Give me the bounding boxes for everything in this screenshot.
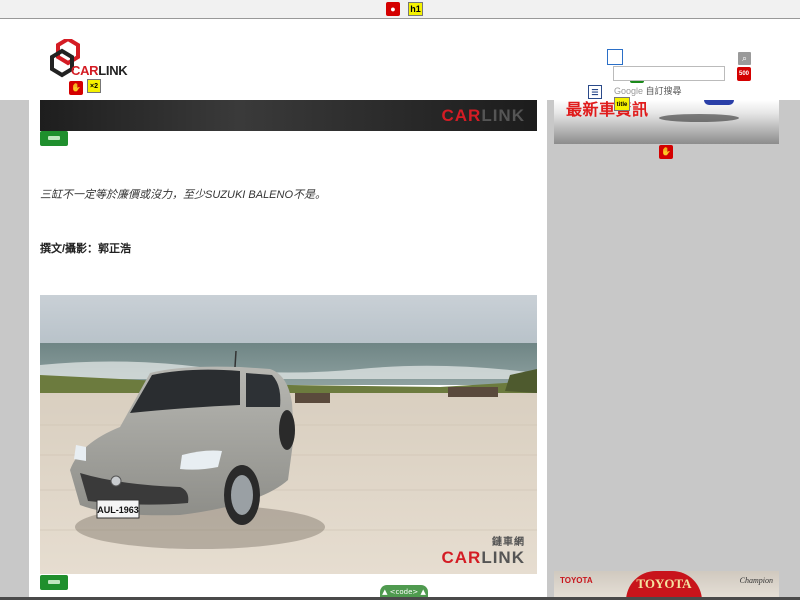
news-section-title[interactable]: 最新車資訊 xyxy=(566,96,649,120)
article-intro: 三缸不一定等於廉價或沒力，至少SUZUKI BALENO不是。 xyxy=(40,189,327,201)
article-byline: 撰文/攝影：郭正浩 xyxy=(40,243,132,255)
google-brand: Google xyxy=(614,86,644,96)
photo-wm-suffix: LINK xyxy=(481,548,525,567)
search-input[interactable] xyxy=(613,66,725,81)
badge-500[interactable]: 500 xyxy=(737,67,751,81)
image-tag-icon[interactable] xyxy=(40,131,68,146)
photo-watermark: 鏈車網 CARLINK xyxy=(441,533,525,568)
photo-wm-en: CARLINK xyxy=(441,548,525,568)
hand-icon[interactable]: ✋ xyxy=(659,145,673,159)
toyota-ad-banner[interactable]: TOYOTA TOYOTA Champion xyxy=(554,571,779,600)
ad-brand-right: Champion xyxy=(739,576,773,585)
ad-blue-shape xyxy=(704,100,734,105)
top-toolbar: ● h1 xyxy=(0,0,800,19)
article-banner-image: CARLINK xyxy=(40,100,537,131)
banner-watermark: CARLINK xyxy=(441,106,525,126)
comment-icon[interactable]: ● xyxy=(386,2,400,16)
window-icon[interactable] xyxy=(607,49,623,65)
ad-shadow xyxy=(659,114,739,122)
hand-badge[interactable]: ×2 xyxy=(87,79,101,93)
news-title-part1: 最新車 xyxy=(566,102,616,119)
logo-prefix: CAR xyxy=(71,63,99,78)
logo-suffix: LINK xyxy=(98,63,128,78)
banner-wm-suffix: LINK xyxy=(481,106,525,125)
search-label: 自訂搜尋 xyxy=(645,86,682,96)
search-icon[interactable]: ⌕ xyxy=(738,52,751,65)
article-content: CARLINK 三缸不一定等於廉價或沒力，至少SUZUKI BALENO不是。 … xyxy=(29,100,547,600)
photo-wm-prefix: CAR xyxy=(441,548,482,567)
article-photo: AUL-1963 鏈車網 CARLINK xyxy=(40,295,537,574)
title-badge[interactable]: title xyxy=(614,97,630,111)
h1-badge[interactable]: h1 xyxy=(408,2,423,16)
flag-icon[interactable]: ✋ xyxy=(69,81,83,95)
banner-wm-prefix: CAR xyxy=(441,106,482,125)
ad-brand-center: TOYOTA xyxy=(626,571,702,600)
photo-tag-icon[interactable] xyxy=(40,575,68,590)
license-plate: AUL-1963 xyxy=(97,505,139,515)
logo-text[interactable]: CARLINK xyxy=(71,63,128,78)
site-header: CARLINK ✋ ×2 ● ⌕ 500 ☰ Google 自訂搜尋 xyxy=(0,19,800,100)
photo-wm-cn: 鏈車網 xyxy=(492,537,525,548)
ad-brand-left: TOYOTA xyxy=(560,576,593,585)
